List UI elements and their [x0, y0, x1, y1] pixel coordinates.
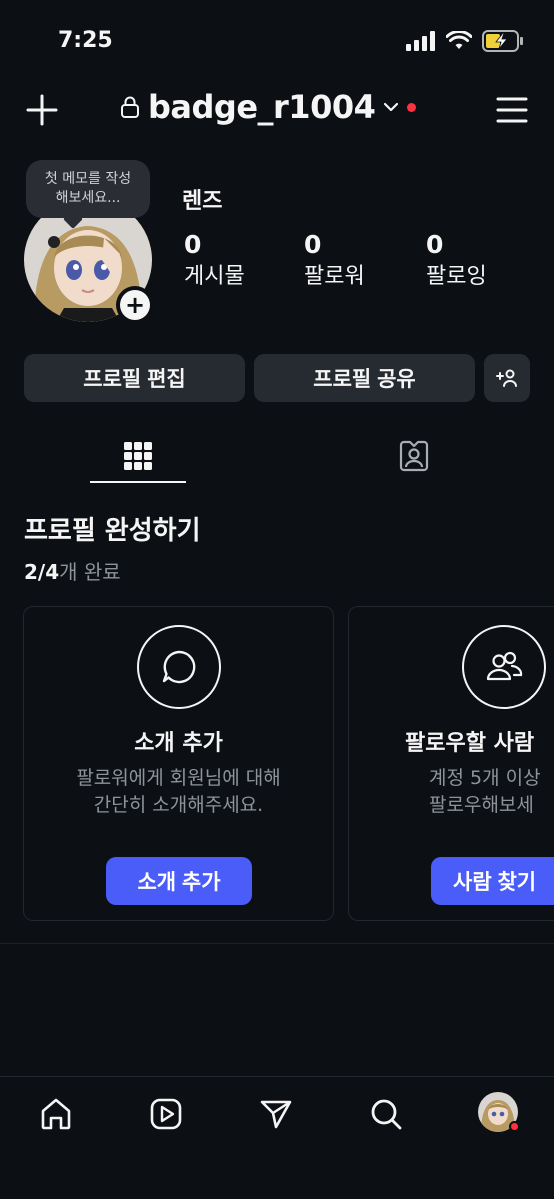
stat-label: 팔로워	[304, 264, 365, 289]
share-profile-button[interactable]: 프로필 공유	[254, 354, 475, 402]
stat-label: 팔로잉	[426, 264, 487, 289]
profile-actions: 프로필 편집 프로필 공유	[24, 354, 530, 402]
username: badge_r1004	[148, 88, 376, 126]
account-switcher[interactable]: badge_r1004	[120, 88, 417, 126]
status-time: 7:25	[58, 28, 113, 53]
stat-value: 0	[426, 230, 444, 259]
edit-profile-button[interactable]: 프로필 편집	[24, 354, 245, 402]
profile-screen: 7:25 badge_r1004 + 첫 메모를 작성 해보세요... 렌즈 0…	[0, 0, 554, 1199]
card-title: 팔로우할 사람	[405, 731, 535, 756]
completion-progress: 2/4개 완료	[24, 556, 121, 585]
stat-following[interactable]: 0 팔로잉	[426, 230, 487, 294]
card-desc-line2: 간단히 소개해주세요.	[93, 794, 264, 816]
stat-posts[interactable]: 0 게시물	[184, 230, 245, 294]
reels-icon	[150, 1098, 182, 1130]
battery-charging-icon	[482, 30, 523, 52]
card-desc-line1: 계정 5개 이상	[429, 767, 541, 789]
progress-count: 2/4	[24, 560, 60, 584]
completion-title: 프로필 완성하기	[24, 516, 201, 546]
hamburger-menu-icon[interactable]	[496, 96, 528, 124]
plus-icon: +	[120, 290, 150, 320]
card-desc-line2: 팔로우해보세	[429, 794, 534, 816]
card-add-bio: 소개 추가 팔로워에게 회원님에 대해 간단히 소개해주세요. 소개 추가	[23, 606, 334, 921]
status-icons	[406, 30, 524, 52]
nav-divider	[0, 1076, 554, 1077]
send-icon	[260, 1100, 292, 1129]
discover-people-button[interactable]	[484, 354, 530, 402]
stat-label: 게시물	[184, 264, 245, 289]
nav-search[interactable]	[366, 1094, 406, 1134]
profile-notification-dot	[509, 1121, 520, 1132]
lock-icon	[121, 96, 139, 118]
create-plus-icon[interactable]	[24, 92, 60, 128]
home-icon	[41, 1098, 71, 1130]
people-icon	[462, 625, 546, 709]
nav-home[interactable]	[36, 1094, 76, 1134]
nav-direct[interactable]	[256, 1094, 296, 1134]
chevron-down-icon	[384, 102, 399, 112]
stat-value: 0	[304, 230, 322, 259]
stat-value: 0	[184, 230, 202, 259]
progress-suffix: 개 완료	[59, 560, 121, 584]
signal-icon	[406, 31, 435, 51]
tagged-person-icon	[399, 440, 429, 472]
add-bio-button[interactable]: 소개 추가	[106, 857, 252, 905]
card-title: 소개 추가	[134, 731, 223, 756]
note-bubble[interactable]: 첫 메모를 작성 해보세요...	[26, 160, 150, 218]
tab-tagged[interactable]	[366, 428, 462, 484]
note-text-line2: 해보세요...	[55, 190, 121, 206]
card-description: 계정 5개 이상 팔로우해보세	[429, 765, 541, 819]
notification-dot	[407, 102, 417, 112]
card-find-people: 팔로우할 사람 계정 5개 이상 팔로우해보세 사람 찾기	[348, 606, 554, 921]
card-description: 팔로워에게 회원님에 대해 간단히 소개해주세요.	[24, 765, 333, 819]
section-divider	[0, 943, 554, 944]
stat-followers[interactable]: 0 팔로워	[304, 230, 365, 294]
find-people-button[interactable]: 사람 찾기	[431, 857, 554, 905]
card-desc-line1: 팔로워에게 회원님에 대해	[76, 767, 281, 789]
grid-icon	[124, 442, 152, 470]
nav-reels[interactable]	[146, 1094, 186, 1134]
active-tab-indicator	[90, 481, 186, 483]
wifi-icon	[446, 31, 472, 49]
tab-posts-grid[interactable]	[90, 428, 186, 484]
search-icon	[371, 1099, 402, 1130]
add-story-button[interactable]: +	[116, 286, 154, 324]
display-name: 렌즈	[182, 189, 223, 214]
note-text-line1: 첫 메모를 작성	[44, 171, 132, 187]
speech-bubble-icon	[137, 625, 221, 709]
add-person-icon	[496, 369, 517, 387]
